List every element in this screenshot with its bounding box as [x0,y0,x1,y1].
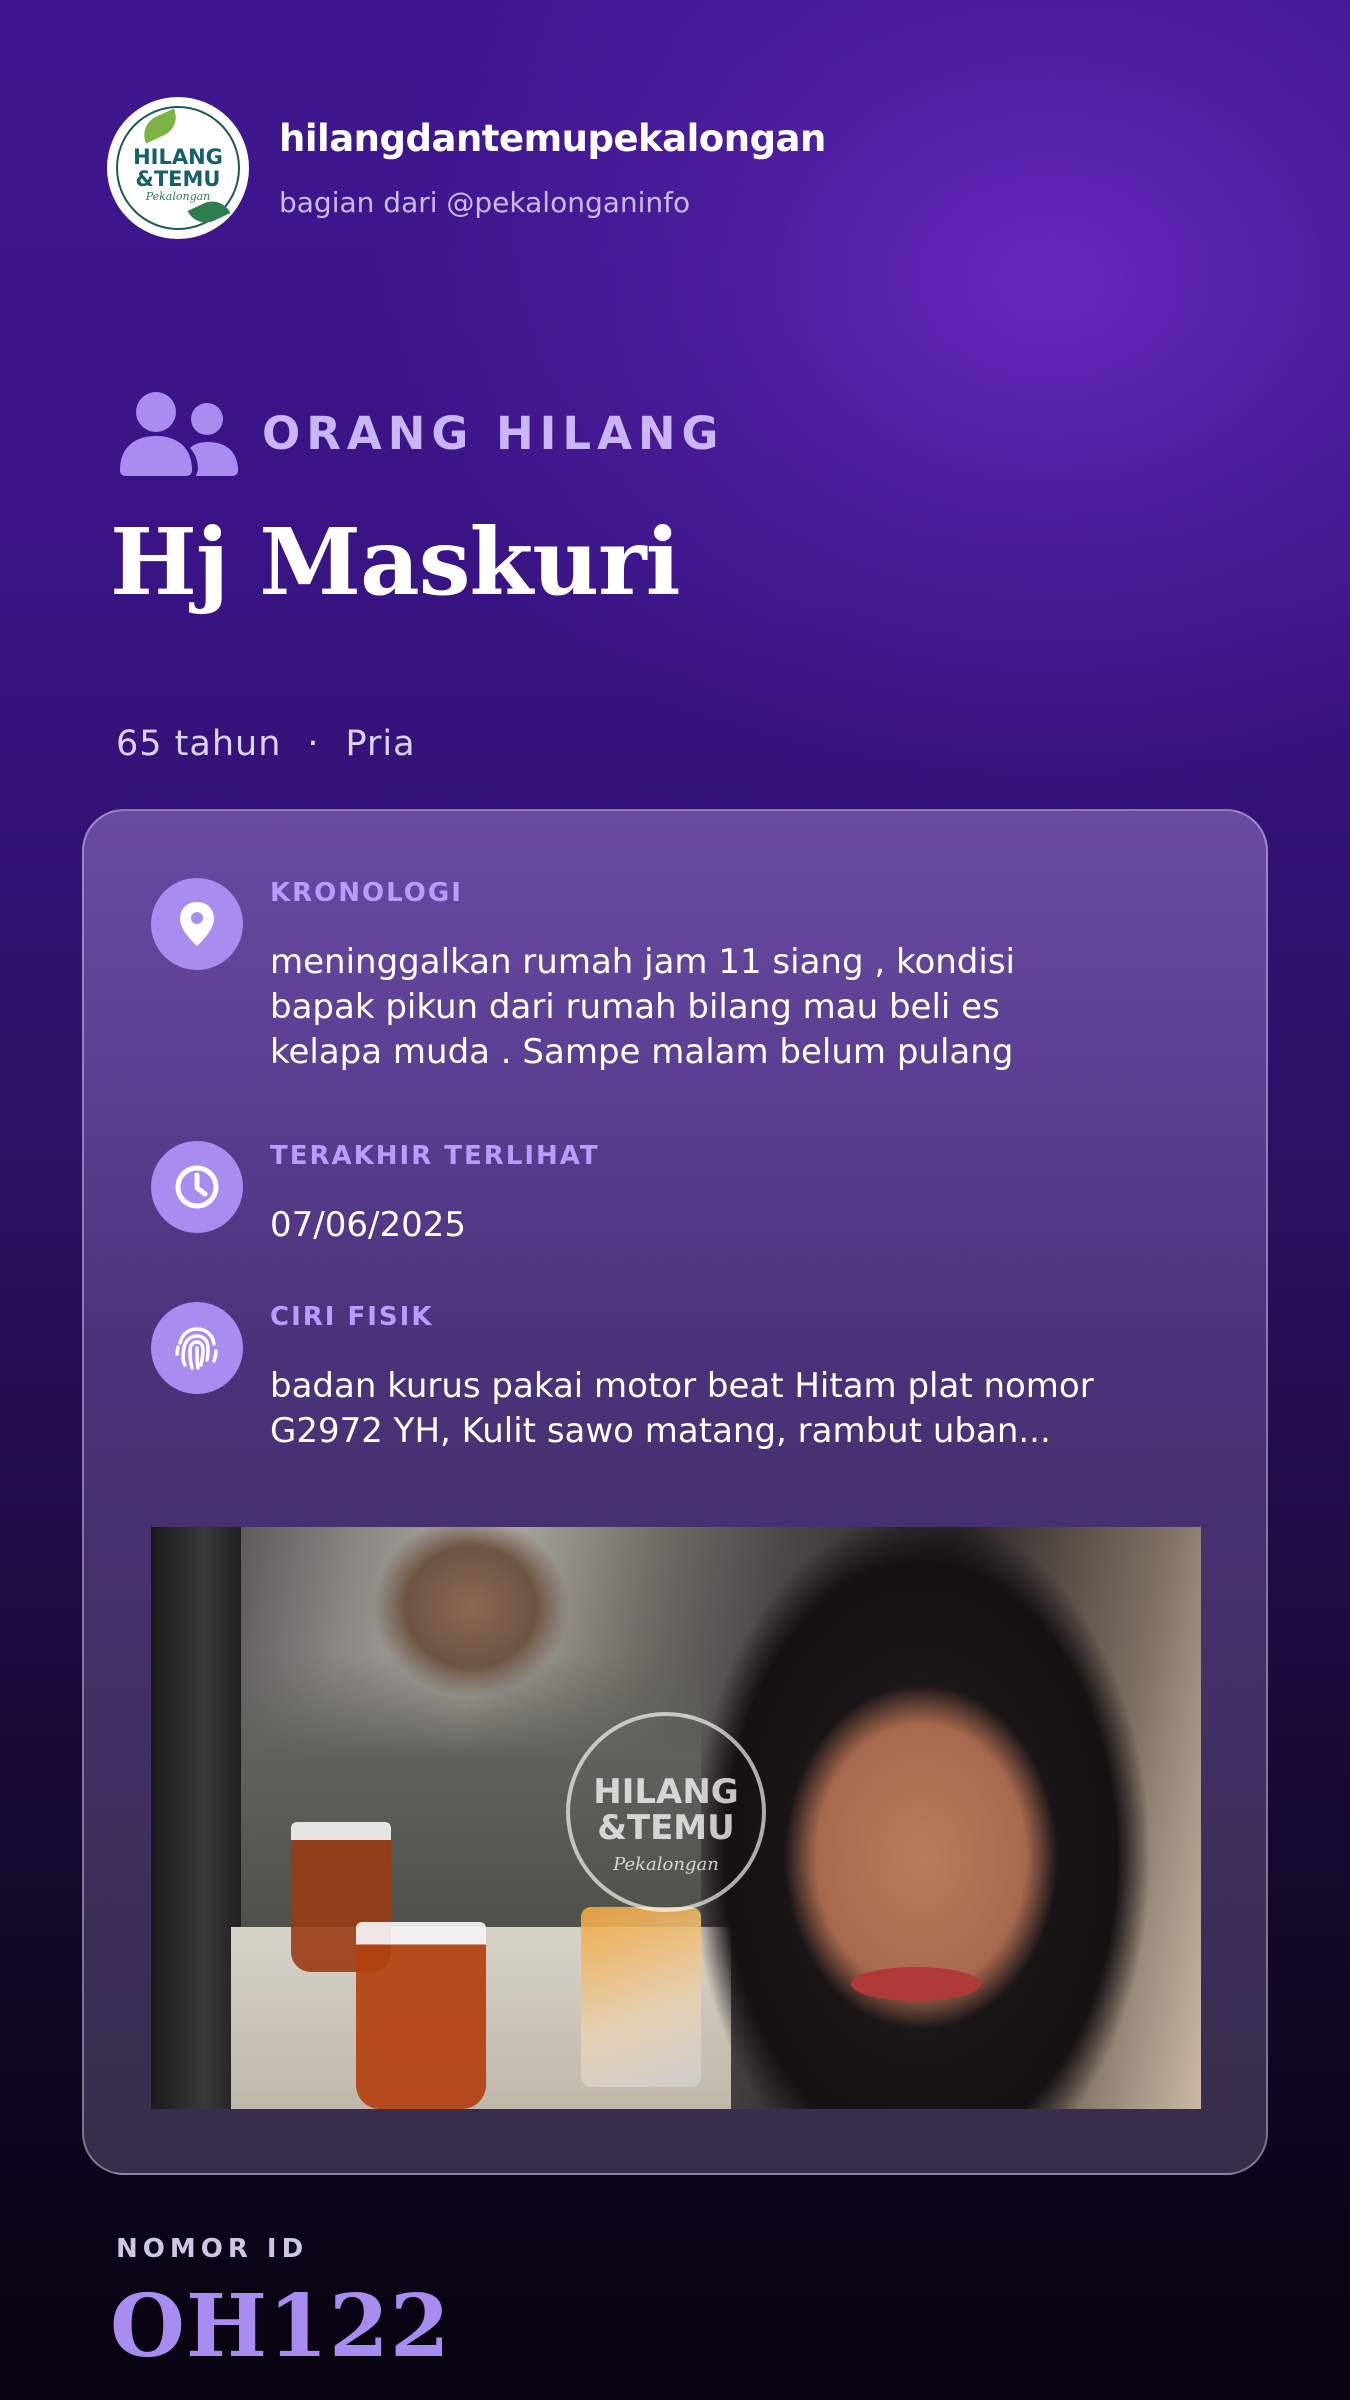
detail-text: meninggalkan rumah jam 11 siang , kondis… [270,942,1015,1072]
watermark-text: HILANG &TEMU [593,1772,739,1848]
photo-cup [356,1922,486,2109]
users-icon [120,392,238,476]
photo-background [151,1527,241,2109]
watermark-subtext: Pekalongan [613,1854,719,1875]
person-meta: 65 tahun · Pria [116,724,416,764]
detail-row-kronologi: KRONOLOGI meninggalkan rumah jam 11 sian… [151,878,1110,1075]
category-header: ORANG HILANG [116,390,725,476]
fingerprint-icon [151,1302,243,1394]
id-value: OH122 [110,2276,451,2377]
photo-subject-woman [701,1527,1201,2109]
clock-icon [151,1141,243,1233]
detail-text: 07/06/2025 [270,1205,466,1245]
profile-header: HILANG &TEMU Pekalongan hilangdantemupeka… [107,97,826,239]
meta-separator: · [307,724,320,764]
logo-wordmark: HILANG &TEMU [133,145,223,191]
detail-label: KRONOLOGI [270,878,463,908]
person-age: 65 tahun [116,724,282,764]
id-label: NOMOR ID [116,2234,309,2264]
leaf-icon [137,108,183,144]
logo-badge: HILANG &TEMU Pekalongan [116,106,240,230]
photo-bag [581,1907,701,2087]
photo-detail [851,1967,981,2001]
account-name[interactable]: hilangdantemupekalongan [279,117,826,160]
detail-label: TERAKHIR TERLIHAT [270,1141,600,1171]
account-logo[interactable]: HILANG &TEMU Pekalongan [107,97,249,239]
person-name: Hj Maskuri [110,508,681,616]
detail-text: badan kurus pakai motor beat Hitam plat … [270,1366,1094,1451]
detail-label: CIRI FISIK [270,1302,434,1332]
person-photo[interactable]: HILANG &TEMU Pekalongan [151,1527,1201,2109]
location-pin-icon [151,878,243,970]
details-card: KRONOLOGI meninggalkan rumah jam 11 sian… [82,809,1268,2175]
logo-subtext: Pekalongan [145,190,211,203]
account-subtitle: bagian dari @pekalonganinfo [279,186,691,219]
account-info: hilangdantemupekalongan bagian dari @pek… [279,117,826,219]
person-gender: Pria [345,724,416,764]
detail-row-last-seen: TERAKHIR TERLIHAT 07/06/2025 [151,1141,1110,1248]
category-label: ORANG HILANG [262,406,725,460]
photo-watermark: HILANG &TEMU Pekalongan [566,1712,766,1912]
detail-row-ciri-fisik: CIRI FISIK badan kurus pakai motor beat … [151,1302,1110,1454]
